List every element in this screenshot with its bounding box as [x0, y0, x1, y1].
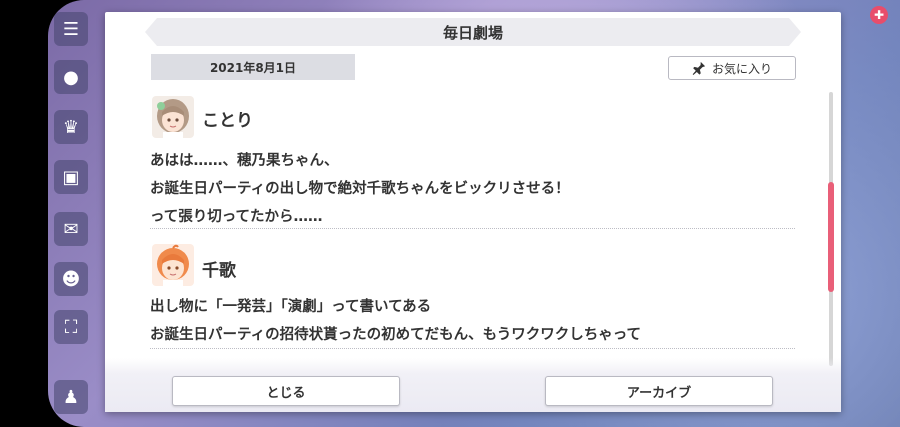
date-label: 2021年8月1日	[151, 54, 355, 80]
dialogue-line: 出し物に「一発芸」「演劇」って書いてある	[150, 299, 432, 315]
speaker-name: 千歌	[202, 261, 236, 281]
fullscreen-icon[interactable]: ⛶	[54, 310, 88, 344]
profile-icon[interactable]: ♟	[54, 380, 88, 414]
dialogue-line: お誕生日パーティの出し物で絶対千歌ちゃんをビックリさせる！	[150, 181, 570, 197]
speaker-name: ことり	[202, 111, 253, 131]
right-side-decor: ✚	[840, 0, 900, 427]
close-button[interactable]: とじる	[172, 376, 400, 406]
scrollbar-thumb[interactable]	[828, 182, 834, 292]
menu-icon[interactable]: ☰	[54, 12, 88, 46]
message-icon[interactable]: ✉	[54, 212, 88, 246]
dialog-title: 毎日劇場	[145, 18, 801, 46]
gift-icon[interactable]: ▣	[54, 160, 88, 194]
dialogue-line: あはは……、穂乃果ちゃん、	[150, 153, 339, 169]
pin-icon	[692, 61, 706, 75]
entry-divider	[150, 228, 795, 229]
notification-badge: ✚	[870, 6, 888, 24]
group-icon[interactable]: ☻	[54, 262, 88, 296]
favorite-label: お気に入り	[711, 61, 772, 76]
archive-button[interactable]: アーカイブ	[545, 376, 773, 406]
entry-divider	[150, 348, 795, 349]
dialogue-line: お誕生日パーティの招待状貰ったの初めてだもん、もうワクワクしちゃって	[150, 327, 641, 343]
dialogue-line: って張り切ってたから……	[150, 209, 323, 225]
avatar-chika	[152, 244, 194, 286]
chat-icon[interactable]: ●	[54, 60, 88, 94]
trophy-icon[interactable]: ♛	[54, 110, 88, 144]
favorite-button[interactable]: お気に入り	[668, 56, 796, 80]
daily-theater-dialog: 毎日劇場 2021年8月1日 お気に入り ことり あはは……、穂乃果ちゃん、 お…	[105, 12, 841, 412]
left-menu-rail: ☰ ● ♛ ▣ ✉ ☻ ⛶ ♟	[48, 0, 98, 427]
avatar-kotori	[152, 96, 194, 138]
